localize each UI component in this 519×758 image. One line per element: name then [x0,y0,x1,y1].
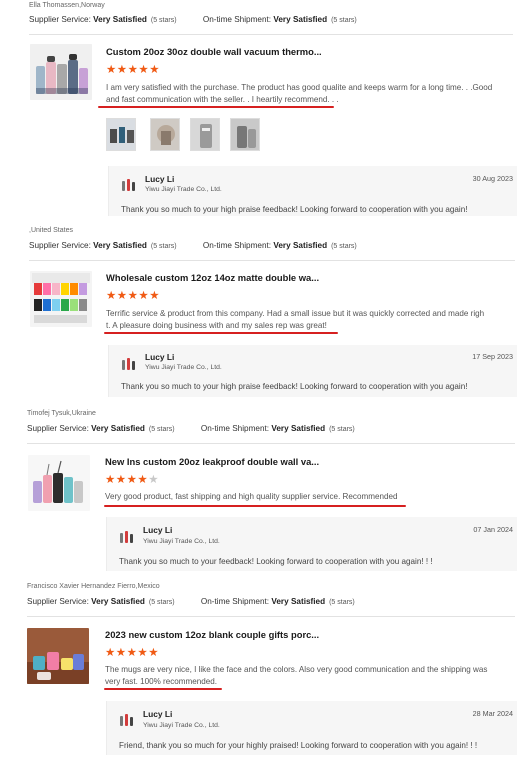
ontime-shipment-value: Very Satisfied [271,597,326,606]
product-thumbnail[interactable] [28,455,90,511]
supplier-service-label: Supplier Service: [27,597,89,606]
review-text-line: I am very satisfied with the purchase. T… [106,83,493,92]
seller-name: Lucy Li [145,174,175,184]
review-text: Terrific service & product from this com… [106,308,516,331]
seller-company: Yiwu Jiayi Trade Co., Ltd. [145,364,222,371]
reply-date: 17 Sep 2023 [472,352,513,361]
review-text-line: and fast communication with the seller. … [106,94,339,104]
review-text-line: very fast. 100% recommended. [105,676,218,686]
supplier-service-stars: (5 stars) [150,243,177,250]
ontime-shipment-value: Very Satisfied [271,424,326,433]
seller-name: Lucy Li [143,709,173,719]
review-card: ,United States Supplier Service: Very Sa… [0,225,519,405]
product-thumbnail[interactable] [30,44,92,100]
review-photo[interactable] [106,118,136,151]
product-title-link[interactable]: Wholesale custom 12oz 14oz matte double … [106,272,319,283]
review-text-line: t. A pleasure doing business with and my… [106,320,327,330]
reply-text: Thank you so much to your high praise fe… [121,205,468,214]
product-title-link[interactable]: 2023 new custom 12oz blank couple gifts … [105,629,319,640]
product-thumbnail[interactable] [30,271,92,327]
reply-date: 30 Aug 2023 [472,174,513,183]
rating-summary: Supplier Service: Very Satisfied (5 stars… [27,424,355,433]
ontime-shipment-label: On-time Shipment: [202,15,272,24]
ontime-shipment-stars: (5 stars) [331,243,357,250]
product-title-link[interactable]: Custom 20oz 30oz double wall vacuum ther… [106,46,322,57]
seller-name: Lucy Li [143,525,173,535]
review-card: Ella Thomassen,Norway Supplier Service: … [0,0,519,220]
star-rating: ★★★★★ [105,474,160,486]
supplier-service-stars: (5 stars) [150,17,177,24]
ontime-shipment-stars: (5 stars) [331,17,357,24]
review-photo[interactable] [150,118,180,151]
supplier-service-value: Very Satisfied [91,424,145,433]
review-text: Very good product, fast shipping and hig… [105,491,515,503]
ontime-shipment-label: On-time Shipment: [200,597,270,606]
review-photo[interactable] [190,118,220,151]
seller-reply: Lucy Li Yiwu Jiayi Trade Co., Ltd. 30 Au… [108,166,517,216]
seller-company: Yiwu Jiayi Trade Co., Ltd. [143,538,220,545]
supplier-service-label: Supplier Service: [27,424,89,433]
review-card: Francisco Xavier Hernandez Fierro,Mexico… [0,581,519,758]
rating-summary: Supplier Service: Very Satisfied (5 stars… [27,597,355,606]
seller-name: Lucy Li [145,352,175,362]
reviewer-name: Timofej Tysuk,Ukraine [27,410,96,417]
supplier-service-label: Supplier Service: [29,15,91,24]
seller-reply: Lucy Li Yiwu Jiayi Trade Co., Ltd. 07 Ja… [106,517,517,571]
seller-avatar [121,178,137,192]
review-photo[interactable] [230,118,260,151]
review-text-line: Terrific service & product from this com… [106,309,485,318]
reply-date: 07 Jan 2024 [473,525,513,534]
rating-summary: Supplier Service: Very Satisfied (5 stars… [29,241,357,250]
divider [27,616,515,617]
review-card: Timofej Tysuk,Ukraine Supplier Service: … [0,408,519,578]
reply-date: 28 Mar 2024 [472,709,513,718]
star-rating: ★★★★★ [106,290,161,302]
ontime-shipment-label: On-time Shipment: [202,241,272,250]
supplier-service-stars: (5 stars) [148,426,175,433]
rating-summary: Supplier Service: Very Satisfied (5 stars… [29,15,357,24]
review-text: I am very satisfied with the purchase. T… [106,82,516,105]
reviewer-name: Ella Thomassen,Norway [29,2,105,9]
seller-avatar [121,357,137,371]
seller-reply: Lucy Li Yiwu Jiayi Trade Co., Ltd. 17 Se… [108,345,517,397]
supplier-service-value: Very Satisfied [93,15,147,24]
star-rating: ★★★★★ [106,64,161,76]
highlight-underline [104,505,406,507]
ontime-shipment-stars: (5 stars) [329,426,355,433]
product-thumbnail[interactable] [27,628,89,684]
highlight-underline [104,332,338,334]
divider [29,260,515,261]
supplier-service-value: Very Satisfied [93,241,147,250]
divider [29,34,513,35]
review-text-line: Very good product, fast shipping and hig… [105,492,398,501]
supplier-service-label: Supplier Service: [29,241,91,250]
reviewer-name: Francisco Xavier Hernandez Fierro,Mexico [27,583,160,590]
review-text: The mugs are very nice, I like the face … [105,664,515,687]
seller-reply: Lucy Li Yiwu Jiayi Trade Co., Ltd. 28 Ma… [106,701,517,755]
seller-company: Yiwu Jiayi Trade Co., Ltd. [143,722,220,729]
seller-avatar [119,713,135,727]
star-rating: ★★★★★ [105,647,160,659]
reply-text: Friend, thank you so much for your highl… [119,741,478,750]
divider [27,443,515,444]
ontime-shipment-value: Very Satisfied [273,241,328,250]
review-text-line: The mugs are very nice, I like the face … [105,665,488,674]
product-title-link[interactable]: New Ins custom 20oz leakproof double wal… [105,456,319,467]
reply-text: Thank you so much to your high praise fe… [121,382,468,391]
supplier-service-stars: (5 stars) [148,599,175,606]
highlight-underline [98,106,334,108]
highlight-underline [104,688,222,690]
reply-text: Thank you so much to your feedback! Look… [119,557,433,566]
supplier-service-value: Very Satisfied [91,597,145,606]
ontime-shipment-value: Very Satisfied [273,15,328,24]
ontime-shipment-label: On-time Shipment: [200,424,270,433]
seller-company: Yiwu Jiayi Trade Co., Ltd. [145,186,222,193]
seller-avatar [119,530,135,544]
ontime-shipment-stars: (5 stars) [329,599,355,606]
reviewer-name: ,United States [29,227,73,234]
